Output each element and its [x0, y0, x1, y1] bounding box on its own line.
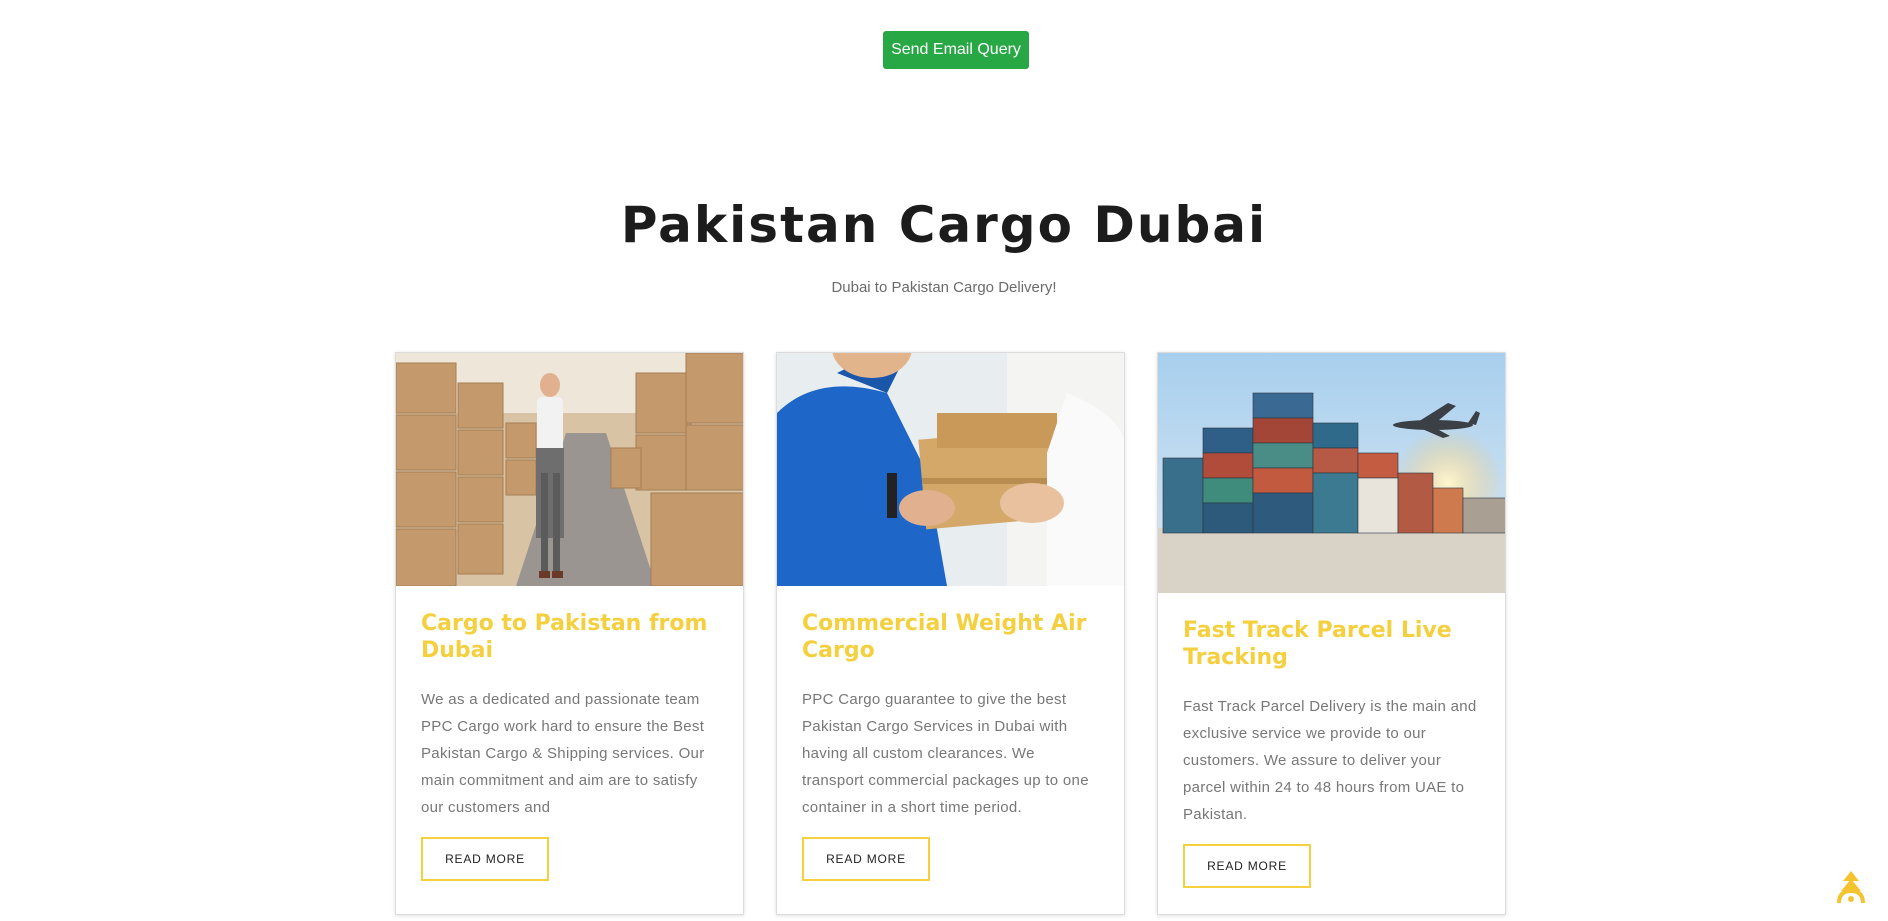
card-title: Fast Track Parcel Live Tracking: [1183, 618, 1452, 670]
read-more-button[interactable]: READ MORE: [421, 837, 549, 881]
parcel-handover-image: [777, 353, 1124, 586]
card-description: Fast Track Parcel Delivery is the main a…: [1183, 698, 1477, 823]
section-subtitle: Dubai to Pakistan Cargo Delivery!: [831, 279, 1057, 296]
warehouse-worker-image: [396, 353, 743, 586]
container-port-airplane-image: [1158, 353, 1505, 593]
card-title: Commercial Weight Air Cargo: [802, 611, 1087, 663]
service-card: Fast Track Parcel Live Tracking Fast Tra…: [1157, 352, 1506, 915]
read-more-button[interactable]: READ MORE: [802, 837, 930, 881]
scroll-to-top-button[interactable]: [1836, 871, 1866, 905]
card-title: Cargo to Pakistan from Dubai: [421, 611, 708, 663]
send-email-query-button[interactable]: Send Email Query: [883, 31, 1029, 69]
card-description: PPC Cargo guarantee to give the best Pak…: [802, 691, 1089, 816]
section-title: Pakistan Cargo Dubai: [620, 196, 1268, 254]
service-card: Commercial Weight Air Cargo PPC Cargo gu…: [776, 352, 1125, 915]
service-card: Cargo to Pakistan from Dubai We as a ded…: [395, 352, 744, 915]
read-more-button[interactable]: READ MORE: [1183, 844, 1311, 888]
card-description: We as a dedicated and passionate team PP…: [421, 691, 705, 816]
arrow-up-icon: [1837, 871, 1865, 904]
